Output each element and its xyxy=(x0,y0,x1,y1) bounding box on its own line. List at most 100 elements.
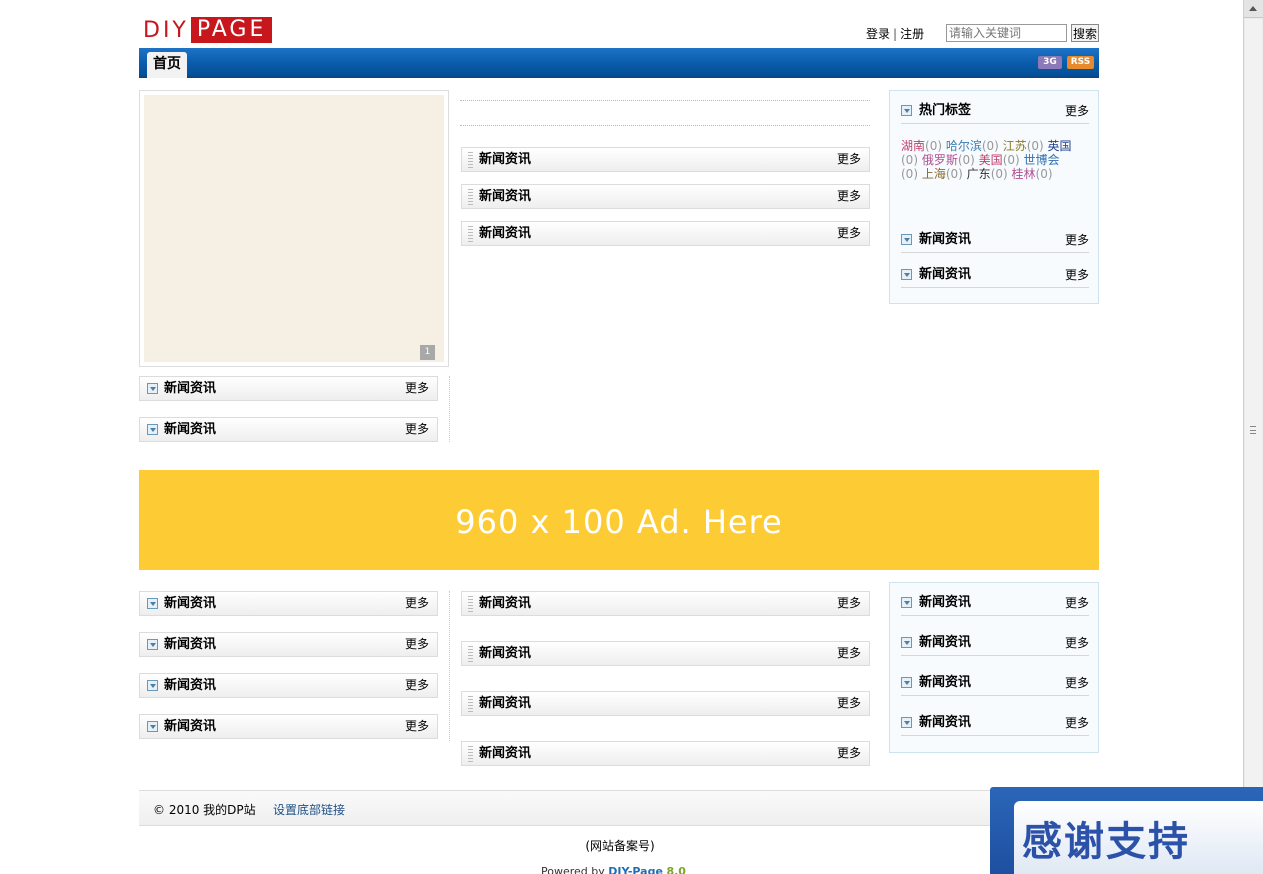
more-link[interactable]: 更多 xyxy=(1065,263,1089,287)
thanks-banner[interactable]: 感谢支持 xyxy=(990,787,1263,874)
news-module: 新闻资讯 更多 xyxy=(901,591,1089,616)
module-title[interactable]: 新闻资讯 xyxy=(479,222,531,245)
module-title[interactable]: 新闻资讯 xyxy=(479,742,531,765)
collapse-arrow-icon[interactable] xyxy=(147,598,158,609)
slideshow-pager[interactable]: 1 xyxy=(420,345,435,360)
tag-link[interactable]: 哈尔滨(0) xyxy=(946,139,999,153)
slideshow-image[interactable]: 1 xyxy=(144,95,444,362)
scroll-track[interactable] xyxy=(1245,19,1262,874)
search-input[interactable] xyxy=(946,24,1067,42)
more-link[interactable]: 更多 xyxy=(837,692,861,715)
divider xyxy=(460,125,870,126)
3g-badge-icon[interactable]: 3G xyxy=(1038,56,1062,69)
rss-badge-icon[interactable]: RSS xyxy=(1067,56,1094,69)
news-module: 新闻资讯 更多 xyxy=(901,671,1089,696)
collapse-arrow-icon[interactable] xyxy=(147,639,158,650)
collapse-arrow-icon[interactable] xyxy=(147,680,158,691)
login-link[interactable]: 登录 xyxy=(866,27,890,41)
more-link[interactable]: 更多 xyxy=(405,715,429,738)
module-title[interactable]: 新闻资讯 xyxy=(479,642,531,665)
collapse-arrow-icon[interactable] xyxy=(901,105,912,116)
more-link[interactable]: 更多 xyxy=(837,592,861,615)
more-link[interactable]: 更多 xyxy=(1065,99,1089,123)
tag-link[interactable]: (0) xyxy=(901,153,918,167)
drag-handle-icon[interactable] xyxy=(468,646,473,662)
collapse-arrow-icon[interactable] xyxy=(147,721,158,732)
news-module: 新闻资讯 更多 xyxy=(139,376,438,401)
drag-handle-icon[interactable] xyxy=(468,596,473,612)
footer-bar: © 2010 我的DP站 设置底部链接 xyxy=(139,790,1099,826)
collapse-arrow-icon[interactable] xyxy=(901,717,912,728)
tag-cloud: 湖南(0) 哈尔滨(0) 江苏(0) 英国 (0) 俄罗斯(0) 美国(0) 世… xyxy=(901,139,1081,181)
ad-banner[interactable]: 960 x 100 Ad. Here xyxy=(139,470,1099,570)
tag-link[interactable]: 世博会 xyxy=(1024,153,1060,167)
module-title[interactable]: 新闻资讯 xyxy=(919,631,971,655)
more-link[interactable]: 更多 xyxy=(405,633,429,656)
tag-link[interactable]: 广东(0) xyxy=(967,167,1008,181)
more-link[interactable]: 更多 xyxy=(837,185,861,208)
module-title[interactable]: 新闻资讯 xyxy=(164,633,216,656)
nav-tab-home[interactable]: 首页 xyxy=(147,52,187,78)
page-scrollbar[interactable] xyxy=(1243,0,1263,874)
module-title[interactable]: 新闻资讯 xyxy=(164,592,216,615)
news-module: 新闻资讯 更多 xyxy=(461,184,870,209)
tag-link[interactable]: (0) xyxy=(901,167,918,181)
module-title[interactable]: 新闻资讯 xyxy=(919,228,971,252)
more-link[interactable]: 更多 xyxy=(1065,711,1089,735)
module-title[interactable]: 新闻资讯 xyxy=(919,263,971,287)
more-link[interactable]: 更多 xyxy=(837,148,861,171)
tag-link[interactable]: 英国 xyxy=(1048,139,1072,153)
drag-handle-icon[interactable] xyxy=(468,152,473,168)
more-link[interactable]: 更多 xyxy=(837,642,861,665)
news-module: 新闻资讯 更多 xyxy=(139,591,438,616)
hot-tags-title[interactable]: 热门标签 xyxy=(919,99,971,123)
footer-link[interactable]: 设置底部链接 xyxy=(273,801,345,818)
module-title[interactable]: 新闻资讯 xyxy=(919,671,971,695)
module-title[interactable]: 新闻资讯 xyxy=(164,715,216,738)
more-link[interactable]: 更多 xyxy=(405,592,429,615)
more-link[interactable]: 更多 xyxy=(405,674,429,697)
collapse-arrow-icon[interactable] xyxy=(901,234,912,245)
collapse-arrow-icon[interactable] xyxy=(901,637,912,648)
drag-handle-icon[interactable] xyxy=(468,746,473,762)
register-link[interactable]: 注册 xyxy=(900,27,924,41)
module-title[interactable]: 新闻资讯 xyxy=(164,674,216,697)
more-link[interactable]: 更多 xyxy=(1065,591,1089,615)
search-button[interactable]: 搜索 xyxy=(1071,24,1099,42)
module-title[interactable]: 新闻资讯 xyxy=(919,711,971,735)
tag-link[interactable]: 俄罗斯(0) xyxy=(922,153,975,167)
more-link[interactable]: 更多 xyxy=(1065,631,1089,655)
tag-link[interactable]: 上海(0) xyxy=(922,167,963,181)
tag-link[interactable]: 美国(0) xyxy=(979,153,1020,167)
collapse-arrow-icon[interactable] xyxy=(901,597,912,608)
scroll-grip-icon[interactable] xyxy=(1250,426,1256,434)
module-title[interactable]: 新闻资讯 xyxy=(164,418,216,441)
more-link[interactable]: 更多 xyxy=(405,418,429,441)
module-title[interactable]: 新闻资讯 xyxy=(919,591,971,615)
collapse-arrow-icon[interactable] xyxy=(901,269,912,280)
module-title[interactable]: 新闻资讯 xyxy=(479,592,531,615)
drag-handle-icon[interactable] xyxy=(468,189,473,205)
divider xyxy=(460,100,870,101)
news-module: 新闻资讯 更多 xyxy=(901,228,1089,253)
drag-handle-icon[interactable] xyxy=(468,226,473,242)
more-link[interactable]: 更多 xyxy=(837,742,861,765)
scroll-up-arrow-icon[interactable] xyxy=(1244,0,1263,18)
more-link[interactable]: 更多 xyxy=(1065,228,1089,252)
module-title[interactable]: 新闻资讯 xyxy=(479,185,531,208)
collapse-arrow-icon[interactable] xyxy=(147,383,158,394)
powered-brand-link[interactable]: DIY-Page xyxy=(608,865,663,874)
tag-link[interactable]: 江苏(0) xyxy=(1003,139,1044,153)
site-logo[interactable]: DIY PAGE xyxy=(143,17,273,43)
drag-handle-icon[interactable] xyxy=(468,696,473,712)
tag-link[interactable]: 湖南(0) xyxy=(901,139,942,153)
collapse-arrow-icon[interactable] xyxy=(901,677,912,688)
module-title[interactable]: 新闻资讯 xyxy=(479,692,531,715)
module-title[interactable]: 新闻资讯 xyxy=(164,377,216,400)
collapse-arrow-icon[interactable] xyxy=(147,424,158,435)
module-title[interactable]: 新闻资讯 xyxy=(479,148,531,171)
more-link[interactable]: 更多 xyxy=(1065,671,1089,695)
tag-link[interactable]: 桂林(0) xyxy=(1012,167,1053,181)
more-link[interactable]: 更多 xyxy=(405,377,429,400)
more-link[interactable]: 更多 xyxy=(837,222,861,245)
